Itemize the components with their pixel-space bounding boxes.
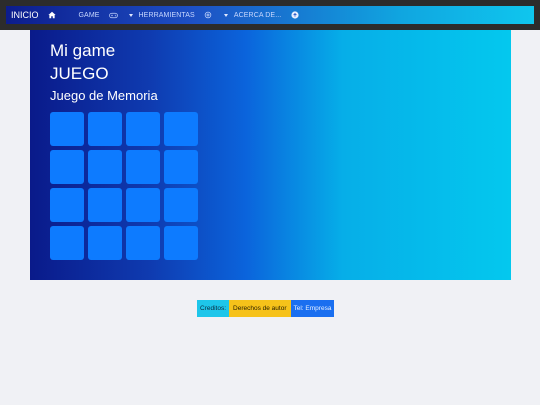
nav-item-acerca[interactable]: ACERCA DE... <box>234 12 282 19</box>
navbar: INICIO GAME HERRAMIENTAS ACERCA DE... <box>6 6 534 24</box>
memory-card[interactable] <box>50 112 84 146</box>
page-title: Mi game <box>50 41 116 60</box>
memory-card[interactable] <box>126 226 160 260</box>
chevron-down-icon[interactable] <box>223 13 228 17</box>
top-bar: INICIO GAME HERRAMIENTAS ACERCA DE... <box>0 0 540 30</box>
game-heading: JUEGO <box>50 64 109 83</box>
nav-item-game[interactable]: GAME <box>79 12 100 19</box>
memory-card[interactable] <box>88 188 122 222</box>
memory-card[interactable] <box>164 112 198 146</box>
memory-card[interactable] <box>126 188 160 222</box>
home-icon[interactable] <box>47 10 57 20</box>
memory-card[interactable] <box>50 188 84 222</box>
memory-board <box>50 112 198 260</box>
brand-link[interactable]: INICIO <box>11 10 39 20</box>
hero-banner: Mi game JUEGO Juego de Memoria <box>30 30 511 280</box>
memory-card[interactable] <box>88 112 122 146</box>
footer-credits: Creditos: <box>197 300 230 317</box>
chevron-down-icon[interactable] <box>128 13 133 17</box>
memory-card[interactable] <box>126 150 160 184</box>
memory-card[interactable] <box>164 226 198 260</box>
memory-card[interactable] <box>126 112 160 146</box>
footer-phone: Tel: Empresa <box>290 300 335 317</box>
gear-icon <box>204 11 213 20</box>
memory-card[interactable] <box>50 150 84 184</box>
footer: Creditos: Derechos de autor Tel: Empresa <box>197 300 335 317</box>
memory-card[interactable] <box>164 150 198 184</box>
memory-card[interactable] <box>164 188 198 222</box>
memory-card[interactable] <box>88 150 122 184</box>
memory-card[interactable] <box>50 226 84 260</box>
nav-item-herramientas[interactable]: HERRAMIENTAS <box>139 12 195 19</box>
info-icon <box>290 11 299 20</box>
gamepad-icon <box>108 11 118 20</box>
memory-card[interactable] <box>88 226 122 260</box>
game-subtitle: Juego de Memoria <box>50 88 158 103</box>
footer-copyright: Derechos de autor <box>229 300 291 317</box>
